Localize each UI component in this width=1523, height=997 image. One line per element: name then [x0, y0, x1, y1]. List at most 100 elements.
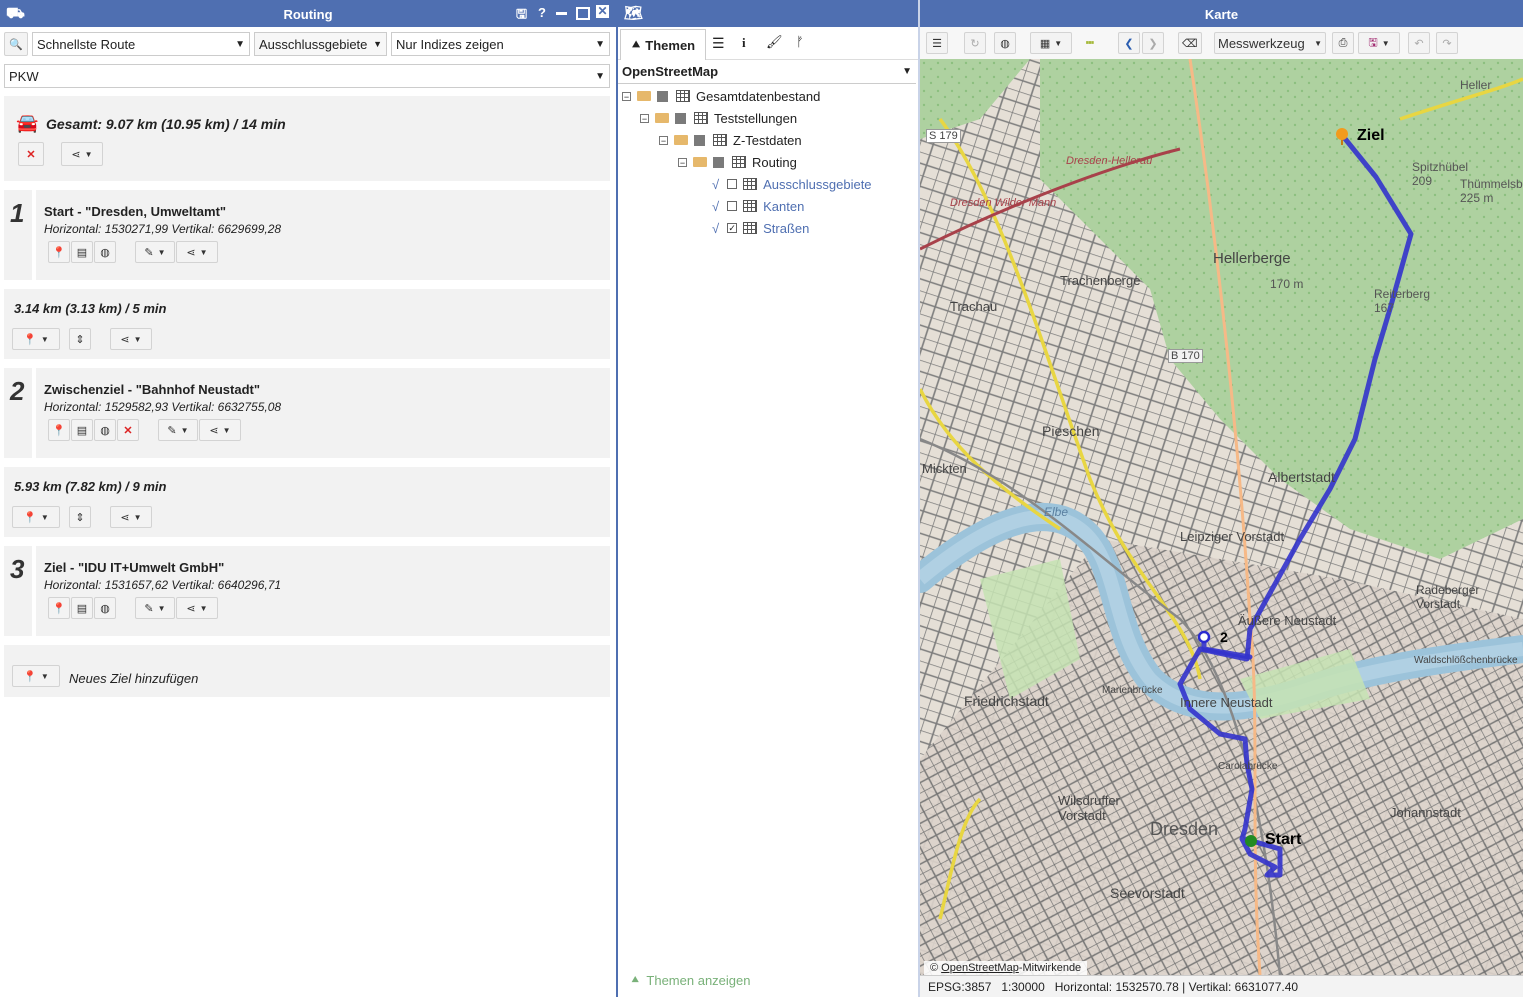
- print-button[interactable]: ⎙: [1332, 32, 1354, 54]
- globe-button[interactable]: ◍: [94, 241, 116, 263]
- redo-button[interactable]: ↷: [1436, 32, 1458, 54]
- collapse-icon[interactable]: −: [659, 135, 668, 145]
- refresh-button[interactable]: ↻: [964, 32, 986, 54]
- edit-menu-button[interactable]: ✎ ▼: [135, 241, 175, 263]
- tree-node-ausschlussgebiete[interactable]: √ Ausschlussgebiete: [712, 173, 872, 195]
- caret-down-icon: ▼: [1054, 38, 1063, 48]
- help-icon[interactable]: ?: [538, 5, 546, 20]
- add-target-label[interactable]: Neues Ziel hinzufügen: [69, 671, 198, 686]
- route-total: Gesamt: 9.07 km (10.95 km) / 14 min: [46, 116, 286, 132]
- swap-order-button[interactable]: ⇕: [69, 506, 91, 528]
- add-target-pin-button[interactable]: 📍 ▼: [12, 665, 60, 687]
- tree-node-strassen[interactable]: √ ✓ Straßen: [712, 217, 809, 239]
- tree-node-routing[interactable]: − Routing: [678, 151, 797, 173]
- tree-node-teststellungen[interactable]: − Teststellungen: [640, 107, 797, 129]
- share-route-button[interactable]: ⋖ ▼: [61, 142, 103, 166]
- basemap-value: OpenStreetMap: [622, 64, 719, 79]
- basemap-select[interactable]: OpenStreetMap ▼: [618, 60, 916, 84]
- remove-waypoint-button[interactable]: ✕: [117, 419, 139, 441]
- folder-icon: [674, 135, 688, 145]
- list-icon[interactable]: ☰: [712, 35, 725, 52]
- map-label: Reiterberg 167: [1374, 287, 1431, 315]
- segment-share-button[interactable]: ⋖ ▼: [110, 328, 152, 350]
- table-icon: [676, 90, 690, 102]
- caret-down-icon: ▼: [40, 334, 49, 344]
- segment-share-button[interactable]: ⋖ ▼: [110, 506, 152, 528]
- caret-down-icon: ▼: [180, 425, 189, 435]
- folder-icon: [637, 91, 651, 101]
- tree-node-kanten[interactable]: √ Kanten: [712, 195, 804, 217]
- segment-locate-button[interactable]: 📍 ▼: [12, 328, 60, 350]
- redo-icon: ↷: [1442, 37, 1452, 50]
- minimize-icon[interactable]: [556, 12, 567, 15]
- index-mode-select[interactable]: Nur Indizes zeigen ▼: [391, 32, 610, 56]
- visibility-toggle[interactable]: [694, 134, 705, 146]
- edit-menu-button[interactable]: ✎ ▼: [158, 419, 198, 441]
- locate-button[interactable]: 📍: [48, 419, 70, 441]
- delete-route-button[interactable]: ✕: [18, 142, 44, 166]
- layer-checkbox-checked[interactable]: ✓: [727, 223, 738, 233]
- collapse-icon[interactable]: −: [640, 113, 649, 123]
- segment-locate-button[interactable]: 📍 ▼: [12, 506, 60, 528]
- map-canvas[interactable]: Hellerberge Albertstadt Pieschen Leipzig…: [920, 59, 1523, 975]
- legend-button[interactable]: ☰: [926, 32, 948, 54]
- address-card-button[interactable]: ▤: [71, 597, 93, 619]
- eraser-button[interactable]: ⌫: [1178, 32, 1202, 54]
- segment-card-1: 3.14 km (3.13 km) / 5 min 📍 ▼ ⇕ ⋖ ▼: [4, 289, 610, 359]
- waypoint-coordinates: Horizontal: 1530271,99 Vertikal: 6629699…: [44, 222, 282, 236]
- show-themes-link[interactable]: ⯅ Themen anzeigen: [630, 972, 750, 988]
- forward-button[interactable]: ❯: [1142, 32, 1164, 54]
- layer-checkbox[interactable]: [727, 179, 738, 189]
- collapse-icon[interactable]: −: [678, 157, 687, 167]
- measure-tool-button[interactable]: Messwerkzeug ▼: [1214, 32, 1326, 54]
- collapse-icon[interactable]: −: [622, 91, 631, 101]
- tree-node-gesamtdatenbestand[interactable]: − Gesamtdatenbestand: [622, 85, 820, 107]
- globe-button[interactable]: ◍: [94, 597, 116, 619]
- save-icon[interactable]: 🖫: [516, 5, 527, 27]
- address-card-button[interactable]: ▤: [71, 241, 93, 263]
- map-label: 170 m: [1270, 277, 1304, 291]
- back-button[interactable]: ❮: [1118, 32, 1140, 54]
- visibility-toggle[interactable]: [675, 112, 686, 124]
- edit-menu-button[interactable]: ✎ ▼: [135, 597, 175, 619]
- visibility-toggle[interactable]: [657, 90, 668, 102]
- locate-button[interactable]: 📍: [48, 241, 70, 263]
- brush-icon[interactable]: 🖌: [766, 34, 783, 50]
- address-card-icon: ▤: [76, 246, 88, 259]
- visibility-toggle[interactable]: [713, 156, 724, 168]
- share-menu-button[interactable]: ⋖ ▼: [176, 597, 218, 619]
- share-menu-button[interactable]: ⋖ ▼: [176, 241, 218, 263]
- share-menu-button[interactable]: ⋖ ▼: [199, 419, 241, 441]
- route-type-value: Schnellste Route: [37, 36, 136, 52]
- chevron-down-icon: ▼: [595, 70, 605, 82]
- themes-toolbar: ⯅ Themen ☰ i 🖌 ᚠ: [618, 27, 918, 60]
- caret-down-icon: ▼: [133, 512, 142, 522]
- globe-button[interactable]: ◍: [994, 32, 1016, 54]
- swap-order-button[interactable]: ⇕: [69, 328, 91, 350]
- waypoint-number: 3: [10, 554, 25, 584]
- close-icon[interactable]: ✕: [596, 5, 609, 18]
- map-label: Dresden: [1150, 819, 1219, 839]
- attribution-link[interactable]: OpenStreetMap: [941, 962, 1019, 974]
- globe-button[interactable]: ◍: [94, 419, 116, 441]
- waypoint-number: 2: [10, 376, 25, 406]
- sort-icon: ⇕: [75, 511, 85, 524]
- locate-button[interactable]: 📍: [48, 597, 70, 619]
- layer-table-button[interactable]: ▦ ▼: [1030, 32, 1072, 54]
- undo-button[interactable]: ↶: [1408, 32, 1430, 54]
- dashed-line-icon[interactable]: ┅: [1086, 35, 1094, 51]
- address-card-button[interactable]: ▤: [71, 419, 93, 441]
- zoom-route-button[interactable]: 🔍: [4, 32, 28, 56]
- filter-icon[interactable]: ᚠ: [796, 34, 804, 49]
- layer-checkbox[interactable]: [727, 201, 738, 211]
- map-label: Waldschlößchenbrücke: [1414, 655, 1518, 666]
- tree-node-z-testdaten[interactable]: − Z-Testdaten: [659, 129, 802, 151]
- tab-themes[interactable]: ⯅ Themen: [620, 29, 706, 60]
- exclusion-areas-dropdown[interactable]: Ausschlussgebiete ▼: [254, 32, 387, 56]
- maximize-icon[interactable]: [576, 7, 590, 20]
- info-icon[interactable]: i: [742, 35, 746, 51]
- list-icon: ☰: [932, 37, 942, 50]
- save-button[interactable]: 🖫 ▼: [1358, 32, 1400, 54]
- route-type-select[interactable]: Schnellste Route ▼: [32, 32, 250, 56]
- vehicle-select[interactable]: PKW ▼: [4, 64, 610, 88]
